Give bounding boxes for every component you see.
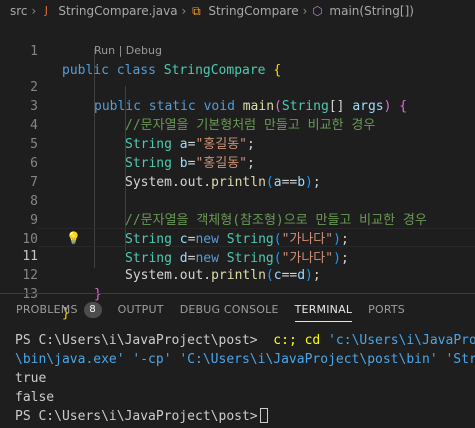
terminal-line: false — [15, 390, 55, 405]
breadcrumb: src › J StringCompare.java › ⧉ StringCom… — [0, 0, 475, 22]
terminal-line: true — [15, 371, 47, 386]
breadcrumb-folder[interactable]: src — [10, 4, 28, 18]
tab-label: DEBUG CONSOLE — [179, 303, 279, 316]
terminal-line: PS C:\Users\i\JavaProject\post> c:; cd '… — [15, 331, 475, 350]
terminal-prompt: PS C:\Users\i\JavaProject\post> — [15, 409, 258, 424]
chevron-right-icon: › — [302, 4, 308, 18]
problems-count-badge: 8 — [83, 302, 102, 318]
code-line-5: 5 String b="홍길동"; — [0, 116, 475, 171]
class-icon: ⧉ — [192, 4, 201, 18]
breadcrumb-method[interactable]: main(String[]) — [329, 4, 414, 18]
tab-ports[interactable]: PORTS — [360, 294, 413, 326]
code-line-7: 7 — [0, 154, 475, 190]
tab-terminal[interactable]: TERMINAL — [287, 294, 361, 326]
code-line-13: 13 } — [0, 266, 475, 321]
code-line-1: 1 public class StringCompare { — [0, 23, 475, 78]
breadcrumb-class[interactable]: StringCompare — [208, 4, 298, 18]
tab-output[interactable]: OUTPUT — [110, 294, 172, 326]
code-line-11: 11 System.out.println(c==d); — [0, 228, 475, 283]
chevron-right-icon: › — [181, 4, 187, 18]
terminal-prompt: PS C:\Users\i\JavaProject\post> — [15, 333, 258, 348]
chevron-right-icon: › — [31, 4, 37, 18]
terminal-command: c:; — [273, 333, 297, 348]
code-line-3: 3 //문자열을 기본형처럼 만들고 비교한 경우 — [0, 78, 475, 133]
code-line-4: 4 String a="홍길동"; — [0, 97, 475, 152]
tab-problems[interactable]: PROBLEMS 8 — [0, 294, 110, 326]
tab-label: PORTS — [368, 303, 405, 316]
code-line-2: 2 public static void main(String[] args)… — [0, 59, 475, 114]
terminal-line: PS C:\Users\i\JavaProject\post> — [15, 407, 268, 426]
method-icon: ⬡ — [312, 4, 323, 18]
tab-label: PROBLEMS — [16, 303, 78, 316]
code-line-12: 12 } — [0, 247, 475, 302]
codelens-run-debug[interactable]: Run | Debug — [94, 43, 162, 59]
tab-label: TERMINAL — [294, 303, 353, 316]
terminal-path: 'c:\Users\i\JavaProject\post' — [328, 333, 475, 348]
tab-label: OUTPUT — [117, 303, 164, 316]
tab-debug-console[interactable]: DEBUG CONSOLE — [172, 294, 287, 326]
code-line-9: 9 String c=new String("가나다"); — [0, 192, 475, 247]
code-line-8: 8 //문자열을 객체형(참조형)으로 만들고 비교한 경우 — [0, 173, 475, 228]
code-editor[interactable]: 1 public class StringCompare { Run | Deb… — [0, 22, 475, 321]
java-file-icon: J — [44, 4, 48, 17]
panel-tabs: PROBLEMS 8 OUTPUT DEBUG CONSOLE TERMINAL… — [0, 294, 475, 326]
terminal-line: \bin\java.exe' '-cp' 'C:\Users\i\JavaPro… — [15, 352, 475, 367]
terminal-output[interactable]: PS C:\Users\i\JavaProject\post> c:; cd '… — [0, 326, 475, 428]
terminal-cursor — [259, 408, 268, 423]
terminal-command: cd — [304, 333, 321, 348]
code-line-6: 6 System.out.println(a==b); — [0, 135, 475, 190]
breadcrumb-file[interactable]: StringCompare.java — [58, 4, 177, 18]
